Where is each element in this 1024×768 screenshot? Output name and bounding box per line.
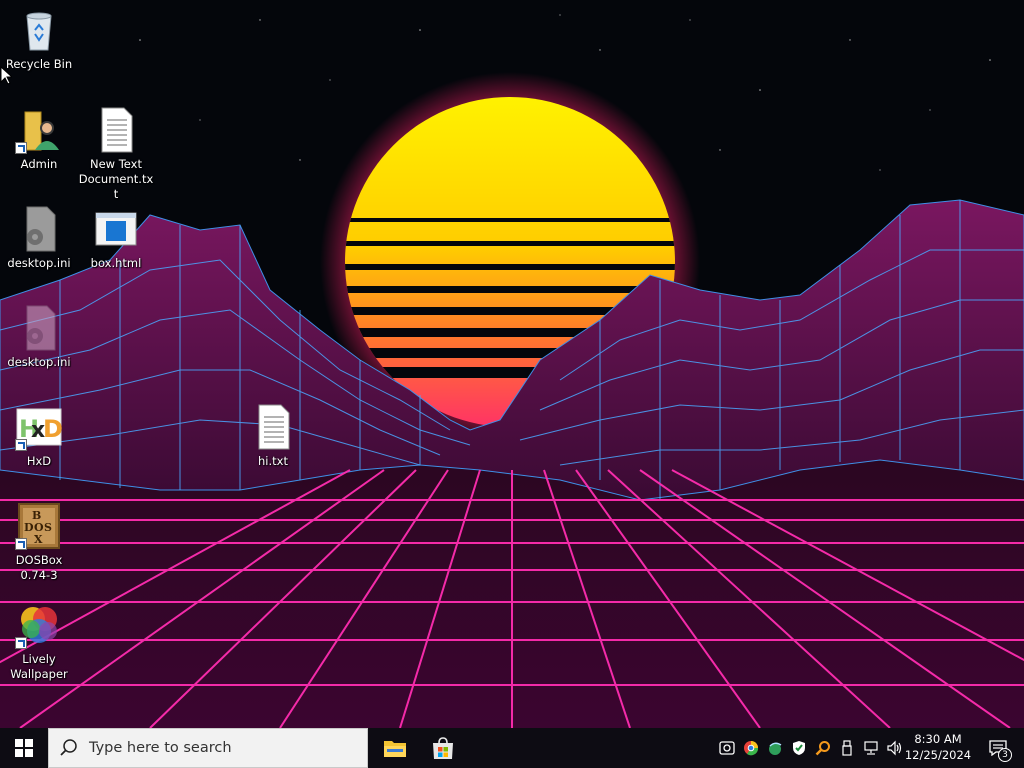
- dosbox-app-icon: B D O S X: [15, 502, 63, 550]
- svg-text:S: S: [44, 521, 52, 534]
- svg-text:X: X: [34, 533, 43, 546]
- taskbar-clock[interactable]: 8:30 AM 12/25/2024: [902, 731, 974, 765]
- desktop-icon-admin[interactable]: Admin: [1, 106, 77, 172]
- desktop-icon-desktop-ini-2[interactable]: desktop.ini: [1, 304, 77, 370]
- desktop-icon-lively-wallpaper[interactable]: Lively Wallpaper: [1, 601, 77, 682]
- network-globe-icon[interactable]: [765, 738, 785, 758]
- windows-logo-icon: [15, 739, 33, 757]
- desktop[interactable]: Recycle Bin Admin New Text Document.txt …: [0, 0, 1024, 728]
- start-button[interactable]: [0, 728, 48, 768]
- taskbar: Type here to search 8:30 AM 12/25/2024 3: [0, 728, 1024, 768]
- text-file-icon: [92, 106, 140, 154]
- search-magnifier-icon[interactable]: [813, 738, 833, 758]
- desktop-icon-box-html[interactable]: box.html: [78, 205, 154, 271]
- shortcut-arrow-icon: [15, 439, 27, 451]
- taskbar-microsoft-store-button[interactable]: [419, 728, 467, 768]
- hxd-label: HxD: [26, 454, 52, 468]
- shortcut-arrow-icon: [15, 538, 27, 550]
- recycle-bin-label: Recycle Bin: [5, 57, 73, 71]
- webcam-icon[interactable]: [717, 738, 737, 758]
- lively-wallpaper-label: Lively Wallpaper: [10, 652, 68, 681]
- file-explorer-icon: [384, 741, 406, 757]
- network-icon[interactable]: [861, 738, 881, 758]
- desktop-icon-desktop-ini-1[interactable]: desktop.ini: [1, 205, 77, 271]
- shortcut-arrow-icon: [15, 637, 27, 649]
- security-shield-icon[interactable]: [789, 738, 809, 758]
- desktop-icon-recycle-bin[interactable]: Recycle Bin: [1, 6, 77, 72]
- desktop-ini-label: desktop.ini: [7, 256, 71, 270]
- desktop-icon-dosbox[interactable]: B D O S X DOSBox 0.74-3: [1, 502, 77, 583]
- taskbar-search-box[interactable]: Type here to search: [48, 728, 368, 768]
- taskbar-file-explorer-button[interactable]: [371, 728, 419, 768]
- recycle-bin-icon: [15, 6, 63, 54]
- mouse-cursor-icon: [0, 66, 12, 85]
- html-file-icon: [92, 205, 140, 253]
- lively-wallpaper-icon: [15, 601, 63, 649]
- notification-count-badge: 3: [998, 748, 1012, 762]
- new-text-document-label: New Text Document.txt: [78, 157, 154, 201]
- hxd-app-icon: H x D: [15, 403, 63, 451]
- user-folder-icon: [15, 106, 63, 154]
- desktop-icon-hxd[interactable]: H x D HxD: [1, 403, 77, 469]
- usb-device-icon[interactable]: [837, 738, 857, 758]
- svg-text:D: D: [43, 415, 63, 443]
- desktop-icon-new-text-document[interactable]: New Text Document.txt: [78, 106, 154, 202]
- action-center-button[interactable]: 3: [978, 728, 1018, 768]
- settings-file-icon: [15, 205, 63, 253]
- browser-icon[interactable]: [741, 738, 761, 758]
- search-icon: [60, 739, 77, 756]
- admin-label: Admin: [20, 157, 58, 171]
- hi-txt-label: hi.txt: [258, 454, 288, 468]
- shortcut-arrow-icon: [15, 142, 27, 154]
- clock-date: 12/25/2024: [904, 748, 972, 762]
- settings-file-icon: [15, 304, 63, 352]
- box-html-label: box.html: [90, 256, 142, 270]
- svg-text:D: D: [24, 521, 34, 534]
- microsoft-store-icon: [433, 737, 453, 759]
- desktop-icon-hi-txt[interactable]: hi.txt: [235, 403, 311, 469]
- clock-time: 8:30 AM: [914, 732, 962, 746]
- desktop-ini-label: desktop.ini: [7, 355, 71, 369]
- dosbox-label: DOSBox 0.74-3: [15, 553, 63, 582]
- search-placeholder: Type here to search: [89, 740, 232, 756]
- text-file-icon: [249, 403, 297, 451]
